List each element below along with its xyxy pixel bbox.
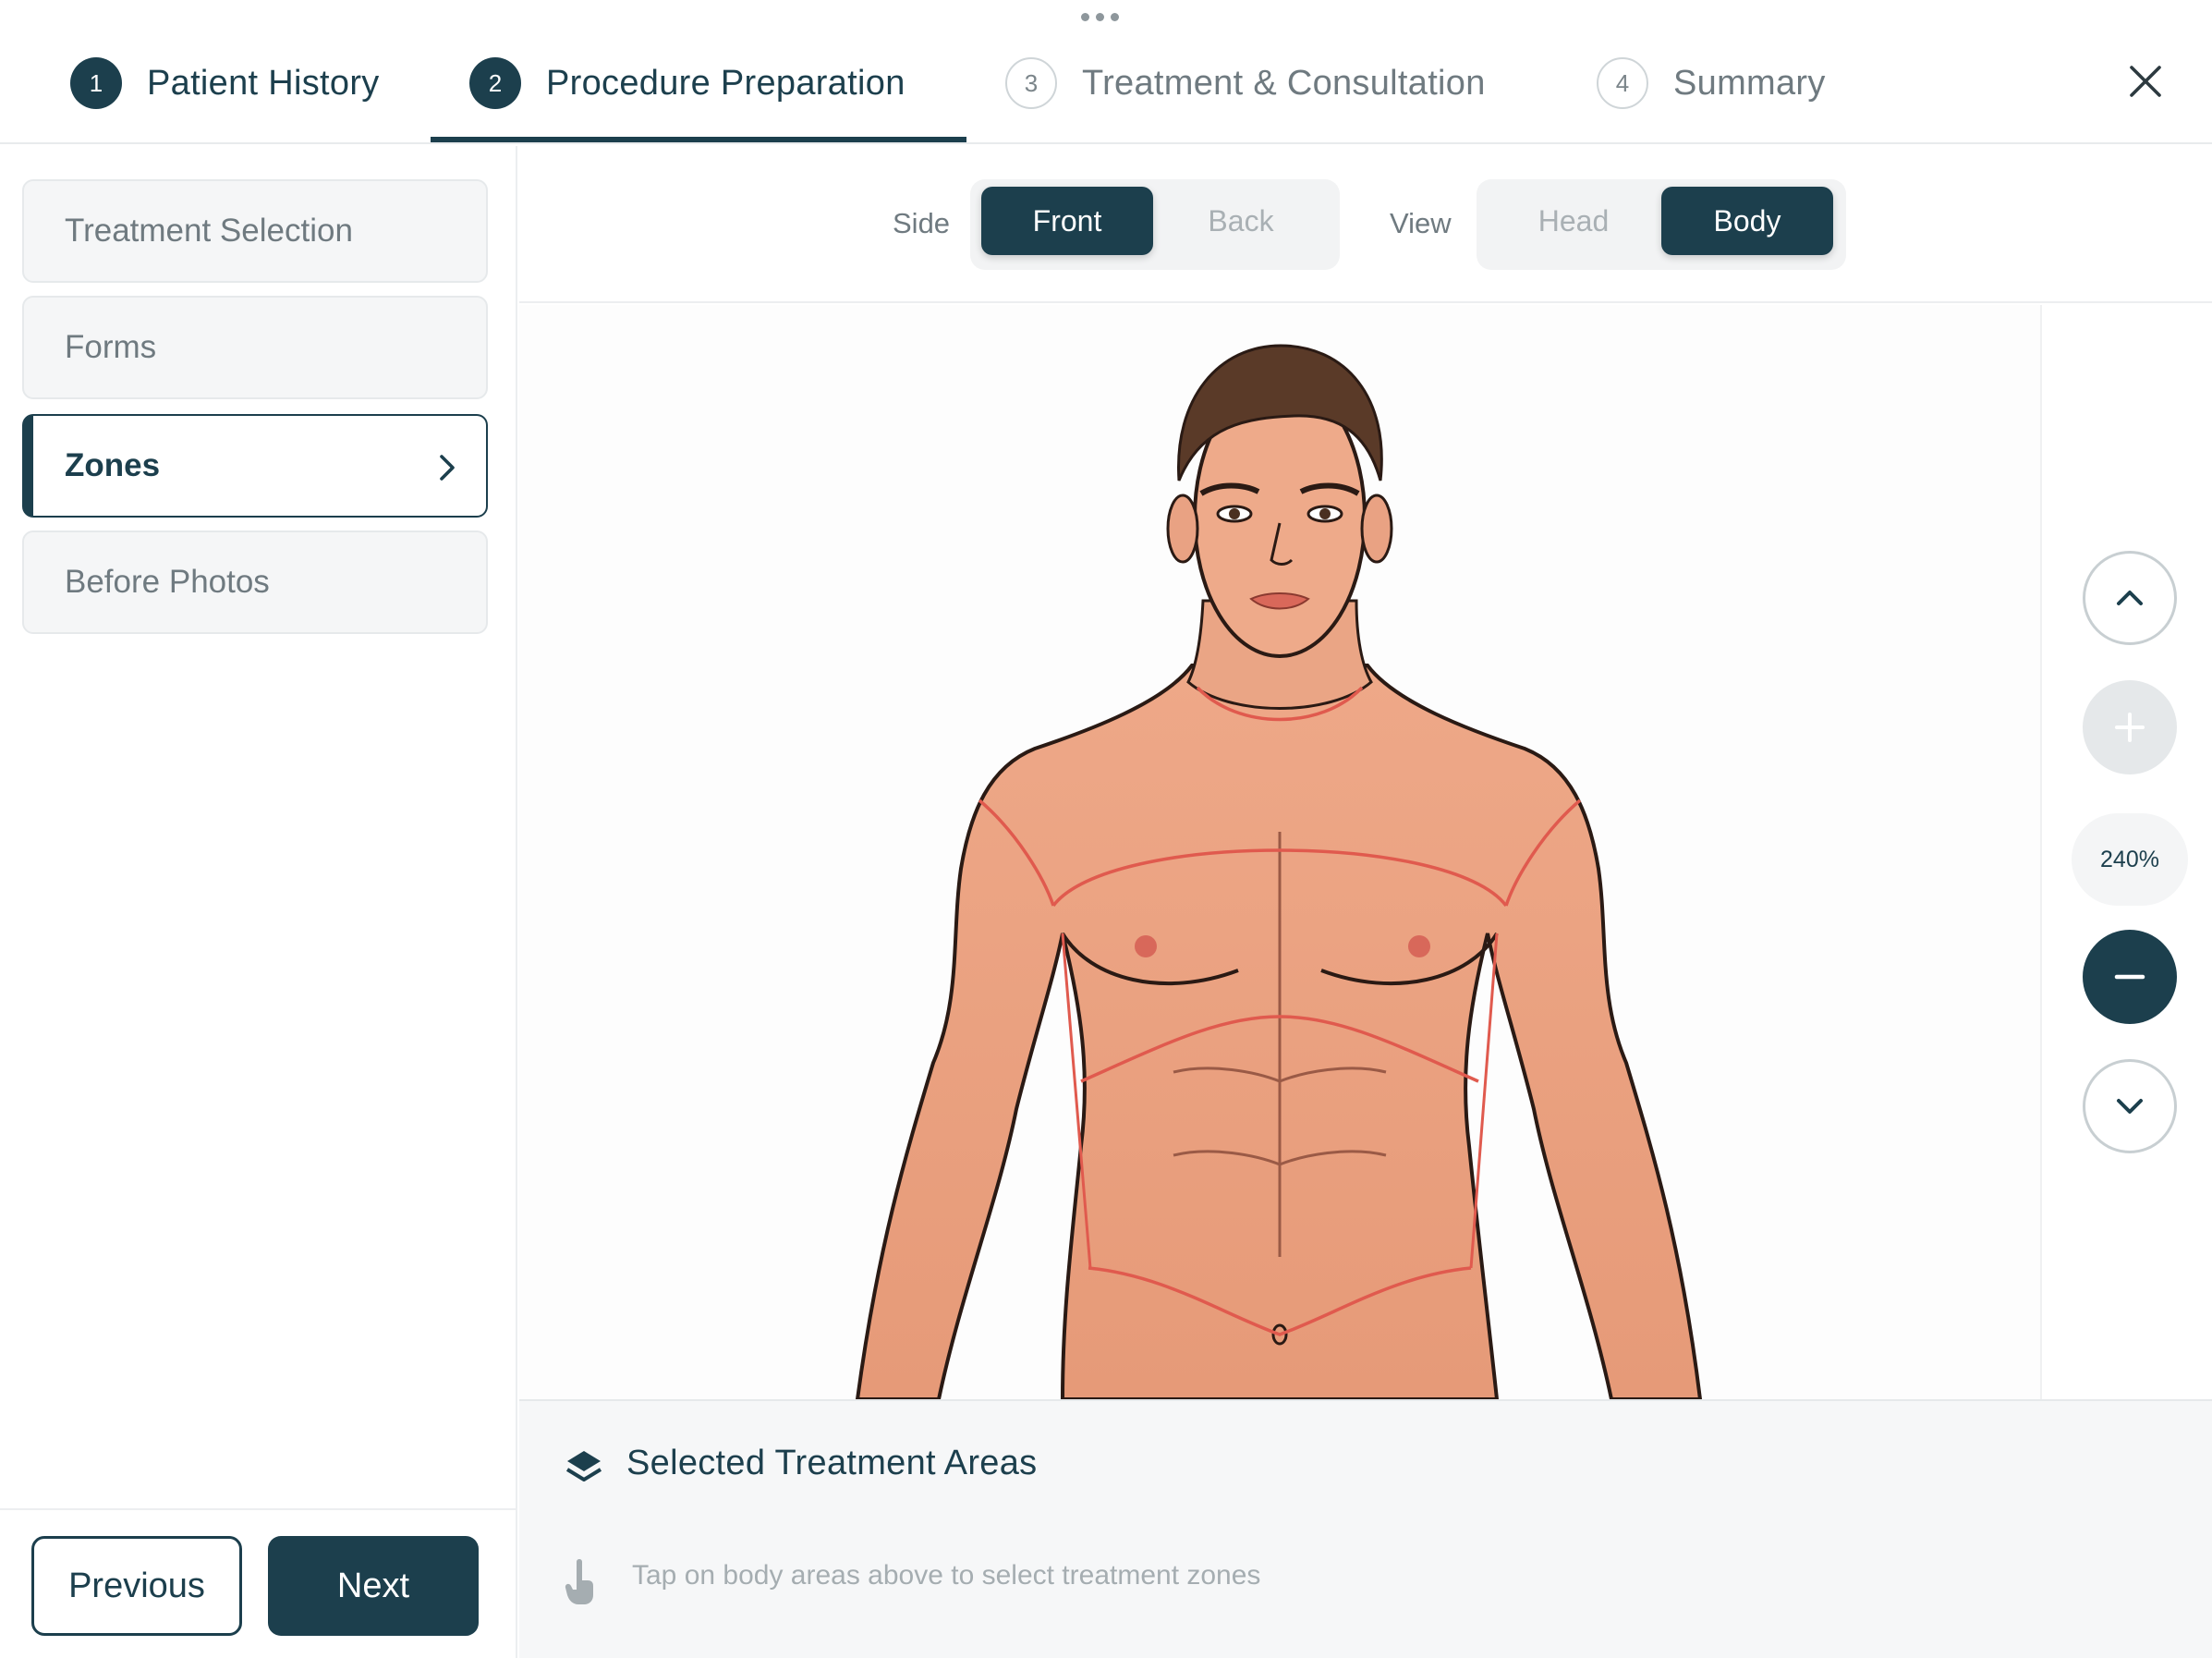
sidebar-item-before-photos[interactable]: Before Photos <box>22 530 488 634</box>
zoom-controls: 240% <box>2040 305 2212 1399</box>
minus-icon <box>2114 974 2145 980</box>
pan-down-button[interactable] <box>2083 1059 2177 1153</box>
previous-button[interactable]: Previous <box>31 1536 242 1636</box>
step-number: 2 <box>469 57 521 109</box>
right-pupil <box>1319 508 1331 519</box>
chevron-right-icon <box>440 455 455 481</box>
progress-stepper: 1 Patient History 2 Procedure Preparatio… <box>0 0 2212 144</box>
zoom-out-button[interactable] <box>2083 930 2177 1024</box>
left-ear <box>1166 494 1199 564</box>
view-body-option[interactable]: Body <box>1661 187 1833 255</box>
side-back-option[interactable]: Back <box>1155 187 1327 255</box>
sidebar-item-label: Before Photos <box>65 564 270 600</box>
left-pupil <box>1229 508 1240 519</box>
selected-areas-panel: Selected Treatment Areas Tap on body are… <box>519 1399 2212 1658</box>
step-number: 4 <box>1597 57 1648 109</box>
body-figure <box>855 344 1703 1399</box>
sidebar-item-forms[interactable]: Forms <box>22 296 488 399</box>
step-label: Summary <box>1673 63 1826 103</box>
selected-areas-title: Selected Treatment Areas <box>626 1444 1038 1482</box>
view-label: View <box>1390 207 1452 239</box>
active-step-indicator <box>431 137 966 142</box>
step-number: 3 <box>1005 57 1057 109</box>
chevron-down-icon <box>2117 1099 2143 1114</box>
close-icon[interactable] <box>2129 65 2162 98</box>
step-number: 1 <box>70 57 122 109</box>
right-nipple <box>1408 935 1430 957</box>
step-label: Procedure Preparation <box>546 63 905 103</box>
left-nipple <box>1135 935 1157 957</box>
sidebar-item-label: Zones <box>65 447 161 483</box>
sidebar-item-treatment-selection[interactable]: Treatment Selection <box>22 179 488 283</box>
sidebar-item-label: Treatment Selection <box>65 213 353 249</box>
hand-tap-icon <box>565 1559 593 1604</box>
step-procedure-preparation[interactable]: 2 Procedure Preparation <box>469 51 905 116</box>
selected-areas-hint: Tap on body areas above to select treatm… <box>632 1560 1261 1591</box>
step-patient-history[interactable]: 1 Patient History <box>70 51 380 116</box>
view-toolbar: Side Front Back View Head Body <box>519 146 2212 303</box>
sidebar: Treatment Selection Forms Zones Before P… <box>0 146 517 1658</box>
sidebar-item-label: Forms <box>65 329 157 365</box>
chevron-up-icon <box>2117 591 2143 605</box>
view-head-option[interactable]: Head <box>1488 187 1659 255</box>
plus-icon <box>2115 713 2145 742</box>
zoom-level: 240% <box>2072 813 2188 906</box>
right-ear <box>1360 494 1393 564</box>
step-treatment-consultation[interactable]: 3 Treatment & Consultation <box>1005 51 1486 116</box>
view-toggle: Head Body <box>1477 179 1846 270</box>
step-label: Treatment & Consultation <box>1082 63 1486 103</box>
pan-up-button[interactable] <box>2083 551 2177 645</box>
side-toggle: Front Back <box>970 179 1340 270</box>
step-summary[interactable]: 4 Summary <box>1597 51 1826 116</box>
side-label: Side <box>893 207 951 239</box>
body-diagram-canvas[interactable] <box>519 305 2040 1399</box>
zoom-in-button[interactable] <box>2083 680 2177 774</box>
sidebar-item-zones[interactable]: Zones <box>22 414 488 518</box>
next-button[interactable]: Next <box>268 1536 479 1636</box>
layers-icon <box>565 1451 602 1481</box>
side-front-option[interactable]: Front <box>981 187 1153 255</box>
step-label: Patient History <box>147 63 380 103</box>
